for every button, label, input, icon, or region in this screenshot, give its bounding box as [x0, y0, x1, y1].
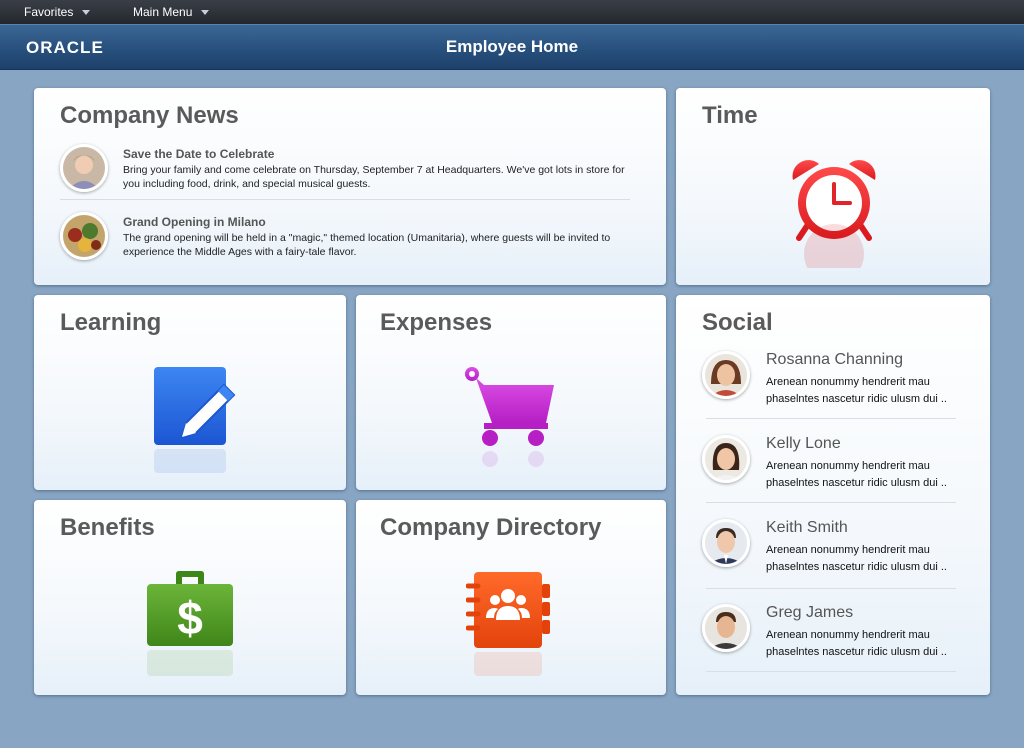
expenses-title: Expenses	[380, 309, 493, 336]
person-name: Keith Smith	[766, 519, 848, 536]
news-item[interactable]: Grand Opening in Milano The grand openin…	[60, 212, 630, 268]
alarm-clock-icon	[789, 158, 879, 284]
favorites-menu[interactable]: Favorites	[24, 0, 91, 24]
chevron-down-icon	[82, 10, 91, 16]
social-divider	[706, 418, 956, 419]
favorites-label: Favorites	[24, 5, 74, 19]
avatar	[702, 604, 750, 652]
chevron-down-icon	[201, 10, 210, 16]
news-divider	[60, 199, 630, 200]
person-status: Arenean nonummy hendrerit mau phaselntes…	[766, 374, 981, 407]
social-person[interactable]: Keith Smith Arenean nonummy hendrerit ma…	[702, 519, 972, 589]
news-item[interactable]: Save the Date to Celebrate Bring your fa…	[60, 144, 630, 200]
social-divider	[706, 502, 956, 503]
person-status: Arenean nonummy hendrerit mau phaselntes…	[766, 542, 981, 575]
page-header: ORACLE Employee Home	[0, 24, 1024, 70]
news-photo-icon	[60, 212, 108, 260]
benefits-tile[interactable]: Benefits $	[34, 500, 346, 695]
person-status-line: Arenean nonummy hendrerit mau	[766, 629, 930, 641]
top-menu-bar: Favorites Main Menu	[0, 0, 1024, 24]
person-status-line: Arenean nonummy hendrerit mau	[766, 460, 930, 472]
learning-tile[interactable]: Learning	[34, 295, 346, 490]
page-title: Employee Home	[445, 37, 579, 56]
company-directory-title: Company Directory	[380, 514, 602, 541]
news-body: The grand opening will be held in a "mag…	[123, 232, 611, 258]
social-person[interactable]: Greg James Arenean nonummy hendrerit mau…	[702, 604, 972, 674]
social-tile[interactable]: Social Rosanna Channing Arenean nonummy …	[676, 295, 990, 695]
learning-title: Learning	[60, 309, 162, 336]
dollar-briefcase-icon: $	[146, 570, 236, 680]
person-status-line: Arenean nonummy hendrerit mau	[766, 376, 930, 388]
address-book-icon	[465, 570, 556, 680]
svg-text:$: $	[177, 592, 203, 644]
person-status-line: phaselntes nascetur ridic ulusm dui ..	[766, 560, 947, 573]
person-name: Kelly Lone	[766, 435, 841, 452]
avatar	[702, 519, 750, 567]
benefits-title: Benefits	[60, 514, 155, 541]
company-news-tile[interactable]: Company News Save the Date to Celebrate …	[34, 88, 666, 285]
person-name: Greg James	[766, 604, 854, 621]
social-person[interactable]: Kelly Lone Arenean nonummy hendrerit mau…	[702, 435, 972, 505]
person-status-line: phaselntes nascetur ridic ulusm dui ..	[766, 645, 947, 658]
social-divider	[706, 671, 956, 672]
company-news-title: Company News	[60, 102, 239, 129]
person-status-line: phaselntes nascetur ridic ulusm dui ..	[766, 476, 947, 489]
pencil-note-icon	[152, 365, 238, 475]
social-title: Social	[702, 309, 773, 336]
shopping-cart-icon	[462, 365, 558, 475]
person-status-line: Arenean nonummy hendrerit mau	[766, 544, 930, 556]
avatar	[702, 351, 750, 399]
main-menu[interactable]: Main Menu	[133, 0, 210, 24]
person-status-line: phaselntes nascetur ridic ulusm dui ..	[766, 392, 947, 405]
news-photo-icon	[60, 144, 108, 192]
news-headline: Grand Opening in Milano	[123, 215, 266, 229]
time-title: Time	[702, 102, 758, 129]
social-divider	[706, 588, 956, 589]
social-person[interactable]: Rosanna Channing Arenean nonummy hendrer…	[702, 351, 972, 421]
expenses-tile[interactable]: Expenses	[356, 295, 666, 490]
avatar	[702, 435, 750, 483]
person-name: Rosanna Channing	[766, 351, 903, 368]
time-tile[interactable]: Time	[676, 88, 990, 285]
main-menu-label: Main Menu	[133, 5, 193, 19]
person-status: Arenean nonummy hendrerit mau phaselntes…	[766, 458, 981, 491]
news-body: Bring your family and come celebrate on …	[123, 164, 625, 190]
person-status: Arenean nonummy hendrerit mau phaselntes…	[766, 627, 981, 660]
company-directory-tile[interactable]: Company Directory	[356, 500, 666, 695]
news-headline: Save the Date to Celebrate	[123, 147, 275, 161]
